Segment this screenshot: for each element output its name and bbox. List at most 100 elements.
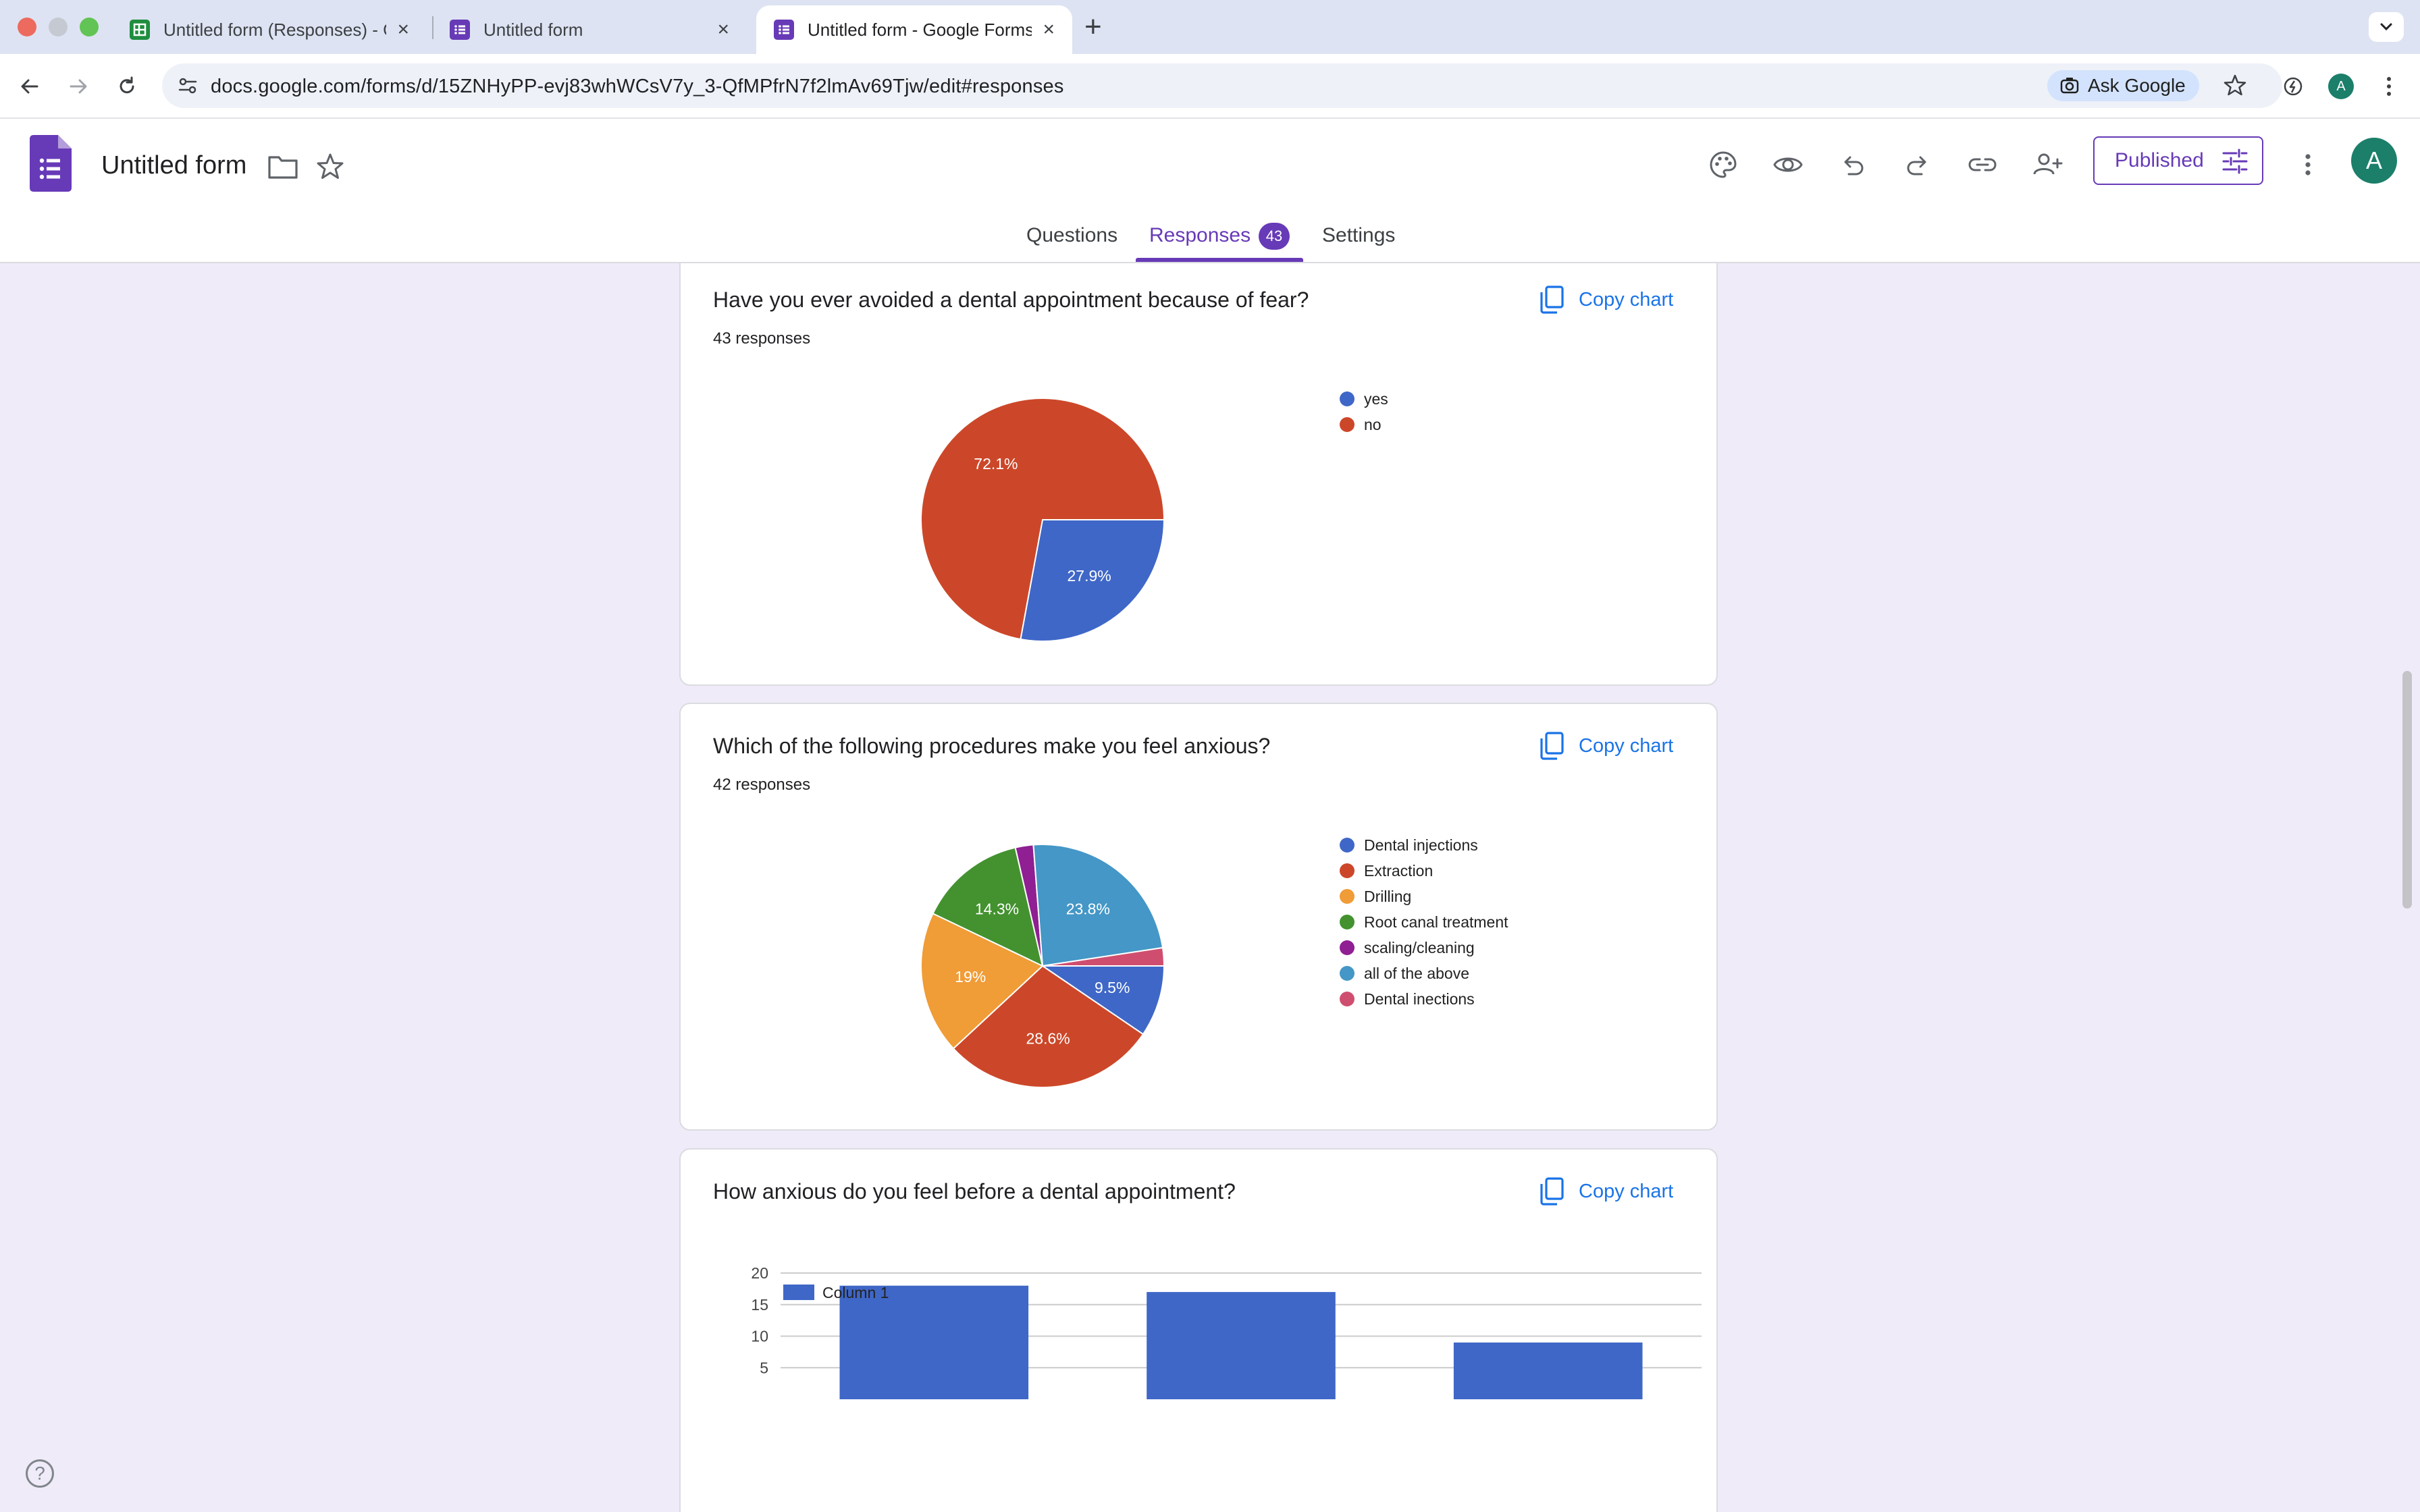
copy-icon (1540, 1177, 1564, 1206)
browser-menu-button[interactable] (2370, 68, 2408, 105)
arrow-left-icon (21, 79, 38, 94)
browser-tab-title: Untitled form - Google Forms (808, 19, 1032, 40)
y-tick-label: 20 (751, 1264, 768, 1282)
person-add-icon (2033, 153, 2063, 175)
legend-color-swatch (1340, 392, 1354, 406)
bookmark-star-icon[interactable] (2223, 73, 2247, 97)
copy-chart-label: Copy chart (1579, 734, 1674, 757)
copy-chart-button[interactable]: Copy chart (1538, 731, 1673, 761)
legend-label: no (1364, 415, 1382, 433)
legend-item: Root canal treatment (1340, 909, 1508, 935)
forward-button[interactable] (59, 68, 97, 105)
copy-icon (1540, 732, 1564, 760)
legend-color-swatch (1340, 966, 1354, 981)
preview-button[interactable] (1766, 143, 1810, 186)
legend-color-swatch (1340, 940, 1354, 955)
tune-icon (2222, 148, 2248, 174)
pie-slice-label: 28.6% (1026, 1030, 1070, 1048)
tab-questions[interactable]: Questions (1026, 224, 1117, 247)
form-title[interactable]: Untitled form (101, 151, 246, 180)
arrow-right-icon (70, 79, 87, 94)
folder-icon[interactable] (267, 154, 298, 180)
page-scrollbar[interactable] (2402, 671, 2412, 909)
url-text: docs.google.com/forms/d/15ZNHyPP-evj83wh… (211, 76, 1064, 97)
more-options-button[interactable] (2286, 143, 2330, 186)
customize-theme-button[interactable] (1702, 143, 1745, 186)
browser-tab-google-forms[interactable]: Untitled form - Google Forms × (756, 5, 1072, 54)
legend-item: no (1340, 412, 1388, 437)
legend-label: yes (1364, 389, 1388, 408)
pie-slice-label: 27.9% (1067, 567, 1111, 585)
y-tick-label: 10 (751, 1328, 768, 1345)
palette-icon (1710, 151, 1737, 178)
bar-chart: 5 10 15 20 Column 1 (751, 1264, 1702, 1399)
tab-responses[interactable]: Responses (1149, 224, 1251, 247)
response-count: 42 responses (713, 776, 811, 794)
ask-google-button[interactable]: Ask Google (2047, 70, 2199, 101)
star-icon[interactable] (316, 153, 344, 181)
undo-button[interactable] (1831, 143, 1874, 186)
bar[interactable] (839, 1285, 1029, 1399)
redo-button[interactable] (1896, 143, 1939, 186)
reload-icon (120, 76, 134, 94)
published-button[interactable]: Published (2093, 136, 2263, 185)
site-settings-icon[interactable] (177, 75, 199, 97)
bar[interactable] (1147, 1292, 1336, 1399)
sheets-icon (130, 20, 150, 40)
address-bar[interactable]: docs.google.com/forms/d/15ZNHyPP-evj83wh… (162, 63, 2282, 108)
account-avatar[interactable]: A (2351, 138, 2397, 184)
tab-settings[interactable]: Settings (1322, 224, 1395, 247)
pie-chart: 27.9% 72.1% (920, 398, 1165, 642)
legend-color-swatch (1340, 838, 1354, 853)
copy-chart-label: Copy chart (1579, 288, 1674, 310)
new-tab-icon[interactable]: + (1084, 12, 1102, 42)
tab-search-button[interactable] (2369, 12, 2404, 42)
legend-item: all of the above (1340, 961, 1508, 986)
browser-toolbar: docs.google.com/forms/d/15ZNHyPP-evj83wh… (0, 54, 2420, 119)
undo-icon (1844, 156, 1864, 176)
add-collaborators-button[interactable] (2026, 143, 2069, 186)
legend-item: scaling/cleaning (1340, 935, 1508, 961)
legend-color-swatch (1340, 417, 1354, 432)
active-tab-indicator (1136, 258, 1303, 262)
close-tab-icon[interactable]: × (717, 20, 729, 40)
minimize-window-button[interactable] (49, 18, 68, 36)
pie-slice-label: 9.5% (1095, 979, 1130, 996)
copy-responder-link-button[interactable] (1961, 143, 2004, 186)
bar[interactable] (1453, 1342, 1643, 1399)
forms-icon (450, 20, 470, 40)
chevron-down-icon (2380, 23, 2392, 31)
legend-label: Extraction (1364, 861, 1433, 880)
legend-color-swatch (1340, 889, 1354, 904)
legend-item: Extraction (1340, 858, 1508, 884)
close-window-button[interactable] (18, 18, 36, 36)
maximize-window-button[interactable] (80, 18, 99, 36)
close-tab-icon[interactable]: × (1043, 20, 1055, 40)
legend-label: all of the above (1364, 964, 1470, 982)
close-tab-icon[interactable]: × (397, 20, 409, 40)
profile-avatar[interactable]: A (2328, 74, 2354, 99)
more-vert-icon (2387, 77, 2391, 96)
ask-google-label: Ask Google (2088, 75, 2186, 96)
reload-button[interactable] (108, 68, 146, 105)
browser-tab-untitled-form[interactable]: Untitled form × (432, 5, 747, 54)
extensions-button[interactable] (2274, 68, 2312, 105)
eye-icon (1773, 157, 1803, 172)
browser-tab-responses-sheet[interactable]: Untitled form (Responses) - G × (112, 5, 427, 54)
legend-color-swatch (1340, 992, 1354, 1006)
response-card-anxiety-level: How anxious do you feel before a dental … (679, 1148, 1718, 1512)
profile-initial: A (2336, 78, 2346, 94)
legend-label: Root canal treatment (1364, 913, 1508, 931)
help-icon[interactable]: ? (26, 1459, 54, 1488)
response-card-avoided-appointment: Have you ever avoided a dental appointme… (679, 263, 1718, 686)
question-title: Which of the following procedures make y… (713, 734, 1271, 758)
pie-slice-label: 23.8% (1066, 900, 1110, 918)
legend-label: scaling/cleaning (1364, 938, 1475, 956)
copy-chart-button[interactable]: Copy chart (1538, 1177, 1673, 1206)
y-tick-label: 5 (760, 1359, 768, 1376)
pie-slice-label: 19% (955, 968, 986, 986)
back-button[interactable] (11, 68, 49, 105)
legend-item: Dental inections (1340, 986, 1508, 1012)
copy-chart-button[interactable]: Copy chart (1538, 285, 1673, 315)
google-forms-logo-icon[interactable] (30, 135, 72, 192)
